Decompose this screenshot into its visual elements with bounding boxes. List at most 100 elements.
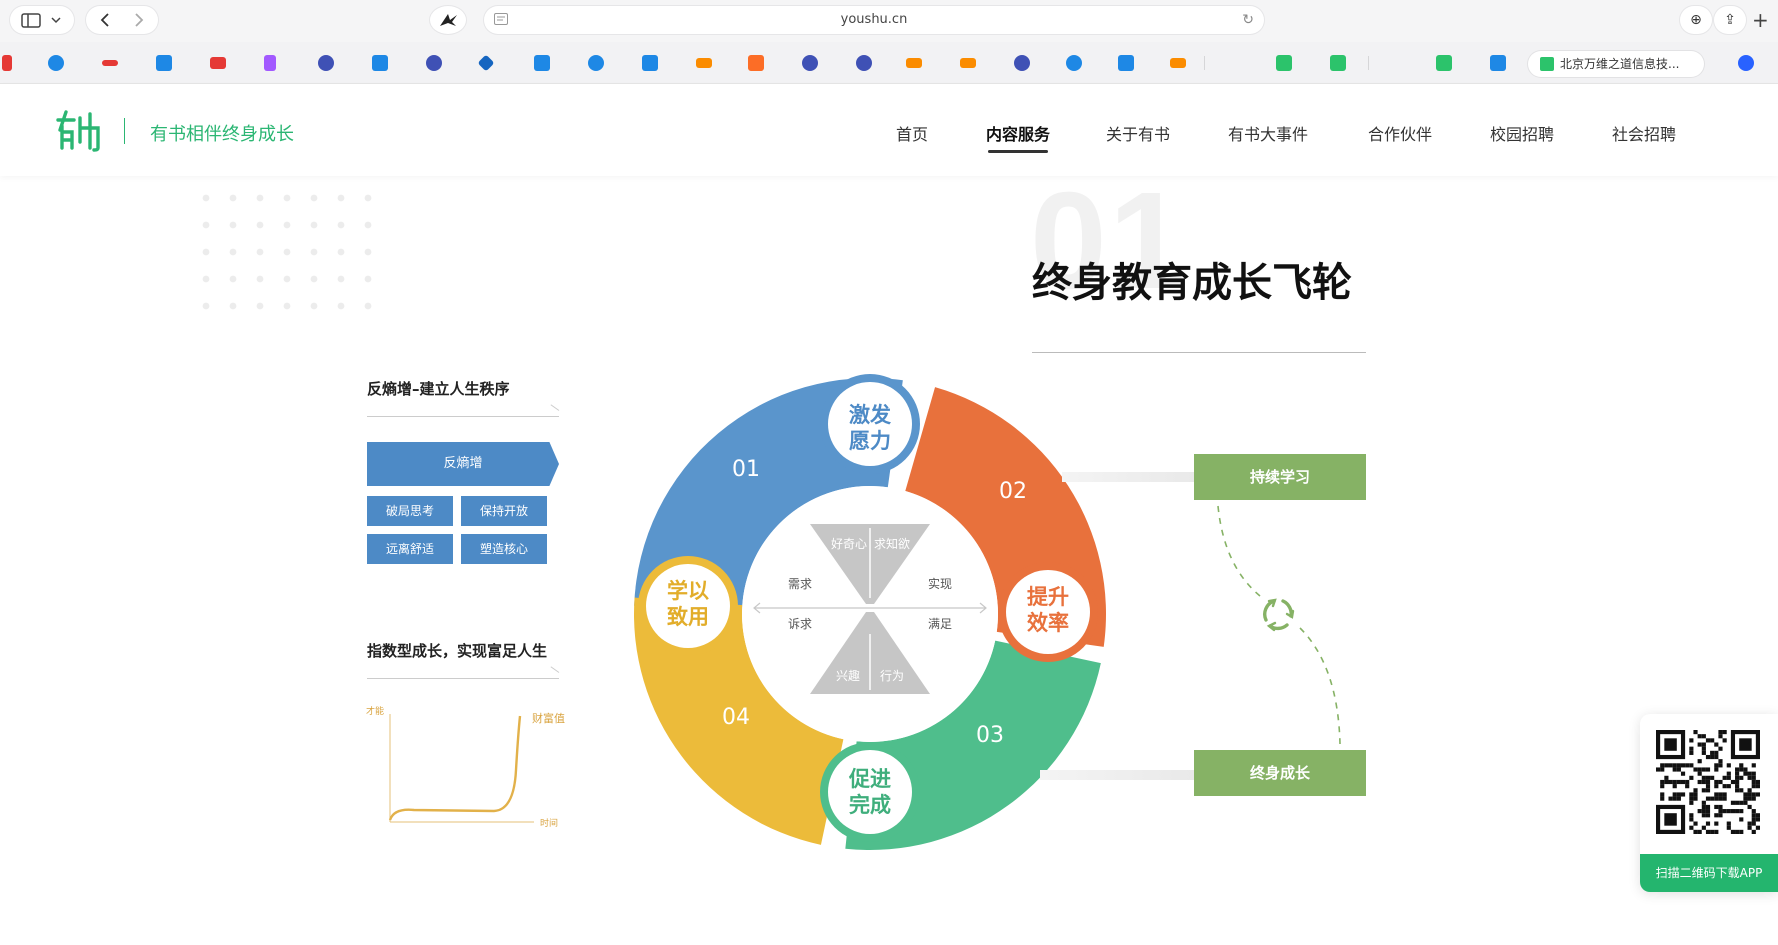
- qr-module: [1714, 784, 1719, 789]
- qr-module: [1705, 809, 1711, 814]
- grid-dot: [202, 221, 210, 229]
- qr-module: [1668, 796, 1673, 801]
- grid-dot: [256, 275, 264, 283]
- bookmark-icon[interactable]: [102, 60, 118, 66]
- bookmark-icon[interactable]: [372, 55, 388, 71]
- bookmark-icon[interactable]: [534, 55, 550, 71]
- bookmark-icon[interactable]: [588, 55, 604, 71]
- forward-icon[interactable]: [135, 13, 144, 27]
- nav-partners[interactable]: 合作伙伴: [1368, 121, 1432, 145]
- bookmark-icon[interactable]: [1276, 55, 1292, 71]
- bookmark-icon[interactable]: [642, 55, 658, 71]
- qr-module: [1751, 817, 1756, 822]
- bookmark-icon[interactable]: [2, 55, 12, 71]
- qr-module: [1660, 779, 1665, 785]
- bookmark-icon[interactable]: [1330, 55, 1346, 71]
- qr-module: [1676, 763, 1681, 768]
- growth-heading: 指数型成长，实现富足人生: [367, 642, 548, 660]
- link-icon[interactable]: [906, 58, 922, 68]
- qr-module: [1697, 767, 1702, 772]
- bookmark-icon[interactable]: [1118, 55, 1134, 71]
- qr-module: [1743, 771, 1748, 776]
- qr-module: [1710, 750, 1715, 755]
- qr-module: [1705, 754, 1711, 760]
- segment-number: 04: [722, 705, 750, 730]
- qr-module: [1689, 796, 1694, 801]
- nav-campus-recruit[interactable]: 校园招聘: [1490, 121, 1554, 145]
- grid-dot: [364, 302, 372, 310]
- share-icon[interactable]: ⇪: [1714, 6, 1746, 34]
- grid-dot: [229, 302, 237, 310]
- qr-module: [1701, 809, 1706, 814]
- qr-module: [1693, 767, 1698, 772]
- nav-about[interactable]: 关于有书: [1106, 121, 1170, 145]
- reload-icon[interactable]: ↻: [1242, 12, 1254, 28]
- active-bookmark-tab[interactable]: 北京万维之道信息技...: [1528, 51, 1704, 77]
- baidu-icon[interactable]: [1738, 55, 1754, 71]
- qr-module: [1689, 738, 1694, 743]
- bookmark-icon[interactable]: [856, 55, 872, 71]
- qr-module: [1718, 779, 1723, 785]
- bubble-label: 愿力: [849, 429, 891, 453]
- qr-module: [1755, 813, 1760, 818]
- qr-module: [1747, 821, 1752, 826]
- nav-content-services[interactable]: 内容服务: [986, 121, 1050, 145]
- download-icon[interactable]: ⊕: [1680, 6, 1712, 34]
- section-title: 终身教育成长飞轮: [1032, 260, 1352, 306]
- extension-button[interactable]: [430, 6, 466, 34]
- bookmark-icon[interactable]: [1436, 55, 1452, 71]
- qr-module: [1722, 775, 1727, 780]
- bookmarks-bar: 北京万维之道信息技...: [0, 42, 1778, 84]
- qr-module: [1672, 779, 1677, 785]
- bookmark-icon[interactable]: [48, 55, 64, 71]
- bookmark-icon[interactable]: [426, 55, 442, 71]
- qr-module: [1680, 792, 1686, 797]
- bookmark-icon[interactable]: [156, 55, 172, 71]
- gitlab-icon[interactable]: [748, 55, 764, 71]
- sidebar-toggle-button[interactable]: [10, 6, 74, 34]
- qr-module: [1710, 829, 1715, 834]
- lifelong-growth-box: 终身成长: [1194, 750, 1366, 796]
- qr-module: [1693, 730, 1698, 735]
- link-icon[interactable]: [1170, 58, 1186, 68]
- qr-module: [1689, 813, 1694, 818]
- qr-module: [1701, 767, 1706, 772]
- segment-number: 01: [732, 457, 760, 482]
- qr-module: [1735, 767, 1740, 772]
- grid-dot: [337, 194, 345, 202]
- nav-home[interactable]: 首页: [896, 121, 928, 145]
- grid-dot: [229, 221, 237, 229]
- qr-module: [1701, 804, 1706, 810]
- qr-module: [1664, 738, 1677, 751]
- qr-module: [1672, 784, 1677, 789]
- grid-dot: [310, 221, 318, 229]
- link-icon[interactable]: [696, 58, 712, 68]
- qr-module: [1722, 809, 1727, 814]
- bookmark-icon[interactable]: [1066, 55, 1082, 71]
- nav-events[interactable]: 有书大事件: [1228, 121, 1308, 145]
- bookmark-icon[interactable]: [477, 54, 495, 72]
- back-icon[interactable]: [100, 13, 109, 27]
- address-bar[interactable]: youshu.cn ↻: [484, 6, 1264, 34]
- qr-module: [1747, 825, 1752, 830]
- bookmark-icon[interactable]: [802, 55, 818, 71]
- app-download-widget[interactable]: 扫描二维码下载APP: [1640, 714, 1778, 892]
- bookmark-icon[interactable]: [1490, 55, 1506, 71]
- site-logo[interactable]: [54, 108, 104, 161]
- figma-icon[interactable]: [264, 55, 276, 71]
- mail-icon[interactable]: [210, 57, 226, 69]
- growth-curve-label: 财富值: [532, 711, 565, 725]
- bookmark-icon[interactable]: [318, 55, 334, 71]
- entropy-chip: 远离舒适: [367, 534, 453, 564]
- grid-dot: [229, 194, 237, 202]
- grid-dot: [310, 194, 318, 202]
- new-tab-icon[interactable]: +: [1752, 8, 1769, 32]
- nav-social-recruit[interactable]: 社会招聘: [1612, 121, 1676, 145]
- qr-module: [1668, 763, 1673, 768]
- link-icon[interactable]: [960, 58, 976, 68]
- qr-module: [1743, 767, 1748, 772]
- bubble-label: 提升: [1027, 585, 1069, 609]
- hourglass-label: 满足: [928, 617, 952, 631]
- qr-module: [1739, 800, 1744, 805]
- bookmark-icon[interactable]: [1014, 55, 1030, 71]
